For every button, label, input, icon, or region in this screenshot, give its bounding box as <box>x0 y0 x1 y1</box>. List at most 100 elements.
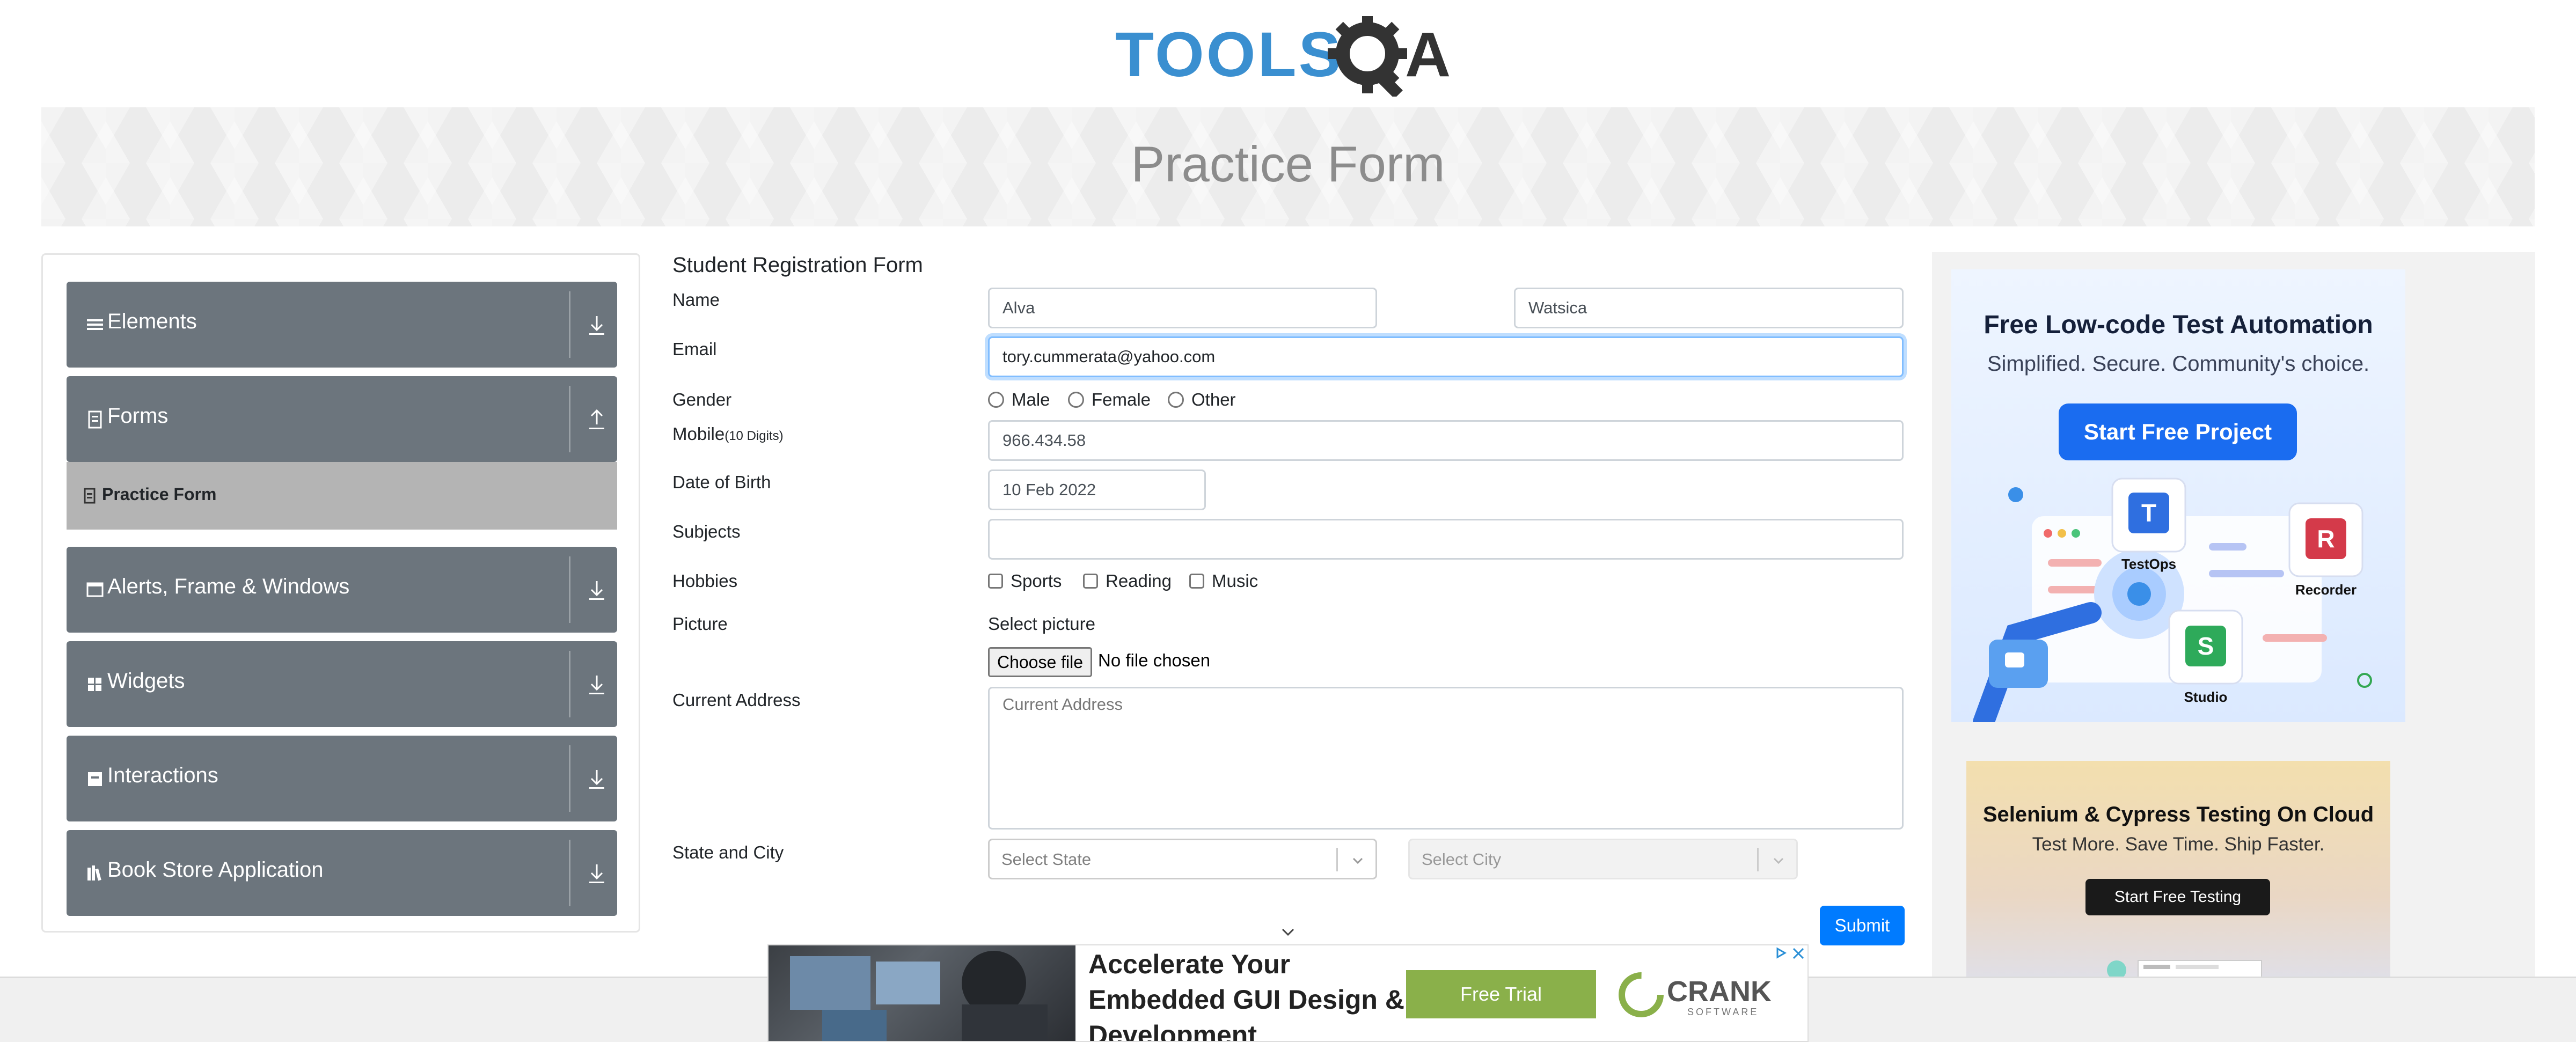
download-arrow-icon[interactable] <box>586 576 608 604</box>
dob-input[interactable]: 10 Feb 2022 <box>988 469 1206 510</box>
sidebar-group-book-store[interactable]: Book Store Application <box>67 830 617 916</box>
hobby-sports-checkbox[interactable]: Sports <box>988 571 1062 591</box>
sidebar-group-label: Forms <box>107 404 169 428</box>
svg-text:R: R <box>2317 525 2334 553</box>
mobile-input[interactable]: 966.434.58 <box>988 420 1904 461</box>
gender-label: Gender <box>672 390 732 409</box>
svg-text:SOFTWARE: SOFTWARE <box>1687 1007 1759 1017</box>
chevron-down-icon[interactable] <box>1770 852 1787 869</box>
radio-button[interactable] <box>1168 392 1184 408</box>
checkbox[interactable] <box>988 574 1003 589</box>
katalon-ad[interactable]: Free Low-code Test Automation Simplified… <box>1951 269 2405 722</box>
divider <box>569 386 570 452</box>
state-city-label: State and City <box>672 842 784 862</box>
sidebar-item-practice-form[interactable]: Practice Form <box>67 462 617 530</box>
gender-other-radio[interactable]: Other <box>1168 390 1236 410</box>
hobby-music-checkbox[interactable]: Music <box>1189 571 1258 591</box>
ad-title: Selenium & Cypress Testing On Cloud <box>1982 803 2374 826</box>
chevron-down-icon[interactable] <box>1349 852 1366 869</box>
radio-button[interactable] <box>1068 392 1084 408</box>
file-status: No file chosen <box>1098 650 1211 670</box>
testops-label: TestOps <box>2121 556 2176 572</box>
gender-other-label: Other <box>1191 390 1236 409</box>
subjects-label: Subjects <box>672 522 741 541</box>
svg-text:CRANK: CRANK <box>1667 975 1772 1008</box>
gender-male-radio[interactable]: Male <box>988 390 1050 410</box>
recorder-label: Recorder <box>2295 582 2357 598</box>
form-heading: Student Registration Form <box>672 253 923 277</box>
email-input[interactable]: tory.cummerata@yahoo.com <box>988 336 1904 377</box>
hobby-reading-checkbox[interactable]: Reading <box>1083 571 1172 591</box>
ad-title: Free Low-code Test Automation <box>1984 311 2373 339</box>
start-free-project-button[interactable]: Start Free Project <box>2059 403 2297 460</box>
sidebar-item-label: Practice Form <box>102 485 217 504</box>
divider <box>569 840 570 906</box>
radio-button[interactable] <box>988 392 1004 408</box>
sidebar-group-alerts[interactable]: Alerts, Frame & Windows <box>67 547 617 633</box>
sidebar-group-elements[interactable]: Elements <box>67 282 617 368</box>
email-label: Email <box>672 339 717 359</box>
divider <box>569 745 570 812</box>
bottom-ad-banner[interactable]: Accelerate Your Embedded GUI Design & De… <box>767 944 1809 1042</box>
cloud-testing-ad[interactable]: Selenium & Cypress Testing On Cloud Test… <box>1966 761 2390 986</box>
ad-subtitle: Test More. Save Time. Ship Faster. <box>2032 834 2325 855</box>
gender-male-label: Male <box>1012 390 1050 409</box>
subjects-input[interactable] <box>988 519 1904 560</box>
free-trial-button[interactable]: Free Trial <box>1406 970 1596 1018</box>
file-icon <box>84 488 96 504</box>
mobile-label-hint: (10 Digits) <box>724 429 784 443</box>
ad-headline: Accelerate Your Embedded GUI Design & De… <box>1088 949 1404 1042</box>
divider <box>569 556 570 623</box>
ring-icon <box>2357 673 2372 688</box>
page-banner: Practice Form <box>41 107 2535 226</box>
sidebar-group-widgets[interactable]: Widgets <box>67 641 617 727</box>
sidebar-group-label: Alerts, Frame & Windows <box>107 575 350 598</box>
current-address-textarea[interactable]: Current Address <box>988 687 1904 830</box>
state-select[interactable]: Select State <box>988 839 1377 879</box>
ad-choices-icon[interactable] <box>1773 945 1788 960</box>
checkbox[interactable] <box>1189 574 1204 589</box>
ad-subtitle: Simplified. Secure. Community's choice. <box>1987 352 2370 376</box>
city-select-value: Select City <box>1422 850 1502 869</box>
dot-icon <box>2008 487 2023 502</box>
address-label: Current Address <box>672 690 801 710</box>
sidebar: Elements Forms Practice Form Alerts, Fra… <box>41 253 640 933</box>
sidebar-group-label: Widgets <box>107 669 185 693</box>
file-icon <box>88 410 102 429</box>
testops-tile: T <box>2111 478 2186 553</box>
download-arrow-icon[interactable] <box>586 311 608 339</box>
submit-button[interactable]: Submit <box>1820 906 1905 945</box>
divider <box>569 651 570 717</box>
svg-text:T: T <box>2141 499 2156 527</box>
sidebar-group-label: Book Store Application <box>107 858 324 882</box>
hobby-sports-label: Sports <box>1011 571 1062 591</box>
box-icon <box>88 772 102 786</box>
studio-label: Studio <box>2184 689 2228 705</box>
checkbox[interactable] <box>1083 574 1098 589</box>
gender-female-radio[interactable]: Female <box>1068 390 1151 410</box>
ad-illustration: T TestOps R Recorder S Studio <box>1973 478 2372 722</box>
list-icon <box>87 319 103 330</box>
upload-arrow-icon[interactable] <box>586 405 608 433</box>
hobby-music-label: Music <box>1212 571 1258 591</box>
sidebar-group-forms[interactable]: Forms <box>67 376 617 462</box>
svg-text:S: S <box>2198 632 2214 660</box>
dob-label: Date of Birth <box>672 472 771 492</box>
mobile-label: Mobile(10 Digits) <box>672 424 784 444</box>
books-icon <box>87 865 101 881</box>
city-select[interactable]: Select City <box>1408 839 1798 879</box>
last-name-input[interactable]: Watsica <box>1514 288 1904 328</box>
window-icon <box>86 582 104 597</box>
chevron-down-icon[interactable] <box>1277 925 1299 941</box>
first-name-input[interactable]: Alva <box>988 288 1377 328</box>
download-arrow-icon[interactable] <box>586 670 608 698</box>
download-arrow-icon[interactable] <box>586 765 608 792</box>
select-picture-label: Select picture <box>988 614 1095 634</box>
start-free-testing-button[interactable]: Start Free Testing <box>2085 879 2270 915</box>
download-arrow-icon[interactable] <box>586 859 608 887</box>
sidebar-group-interactions[interactable]: Interactions <box>67 736 617 821</box>
close-icon[interactable] <box>1790 945 1806 962</box>
toolsqa-logo[interactable]: TOOLS A <box>1115 16 1464 97</box>
picture-label: Picture <box>672 614 728 634</box>
choose-file-button[interactable]: Choose file <box>988 647 1092 677</box>
